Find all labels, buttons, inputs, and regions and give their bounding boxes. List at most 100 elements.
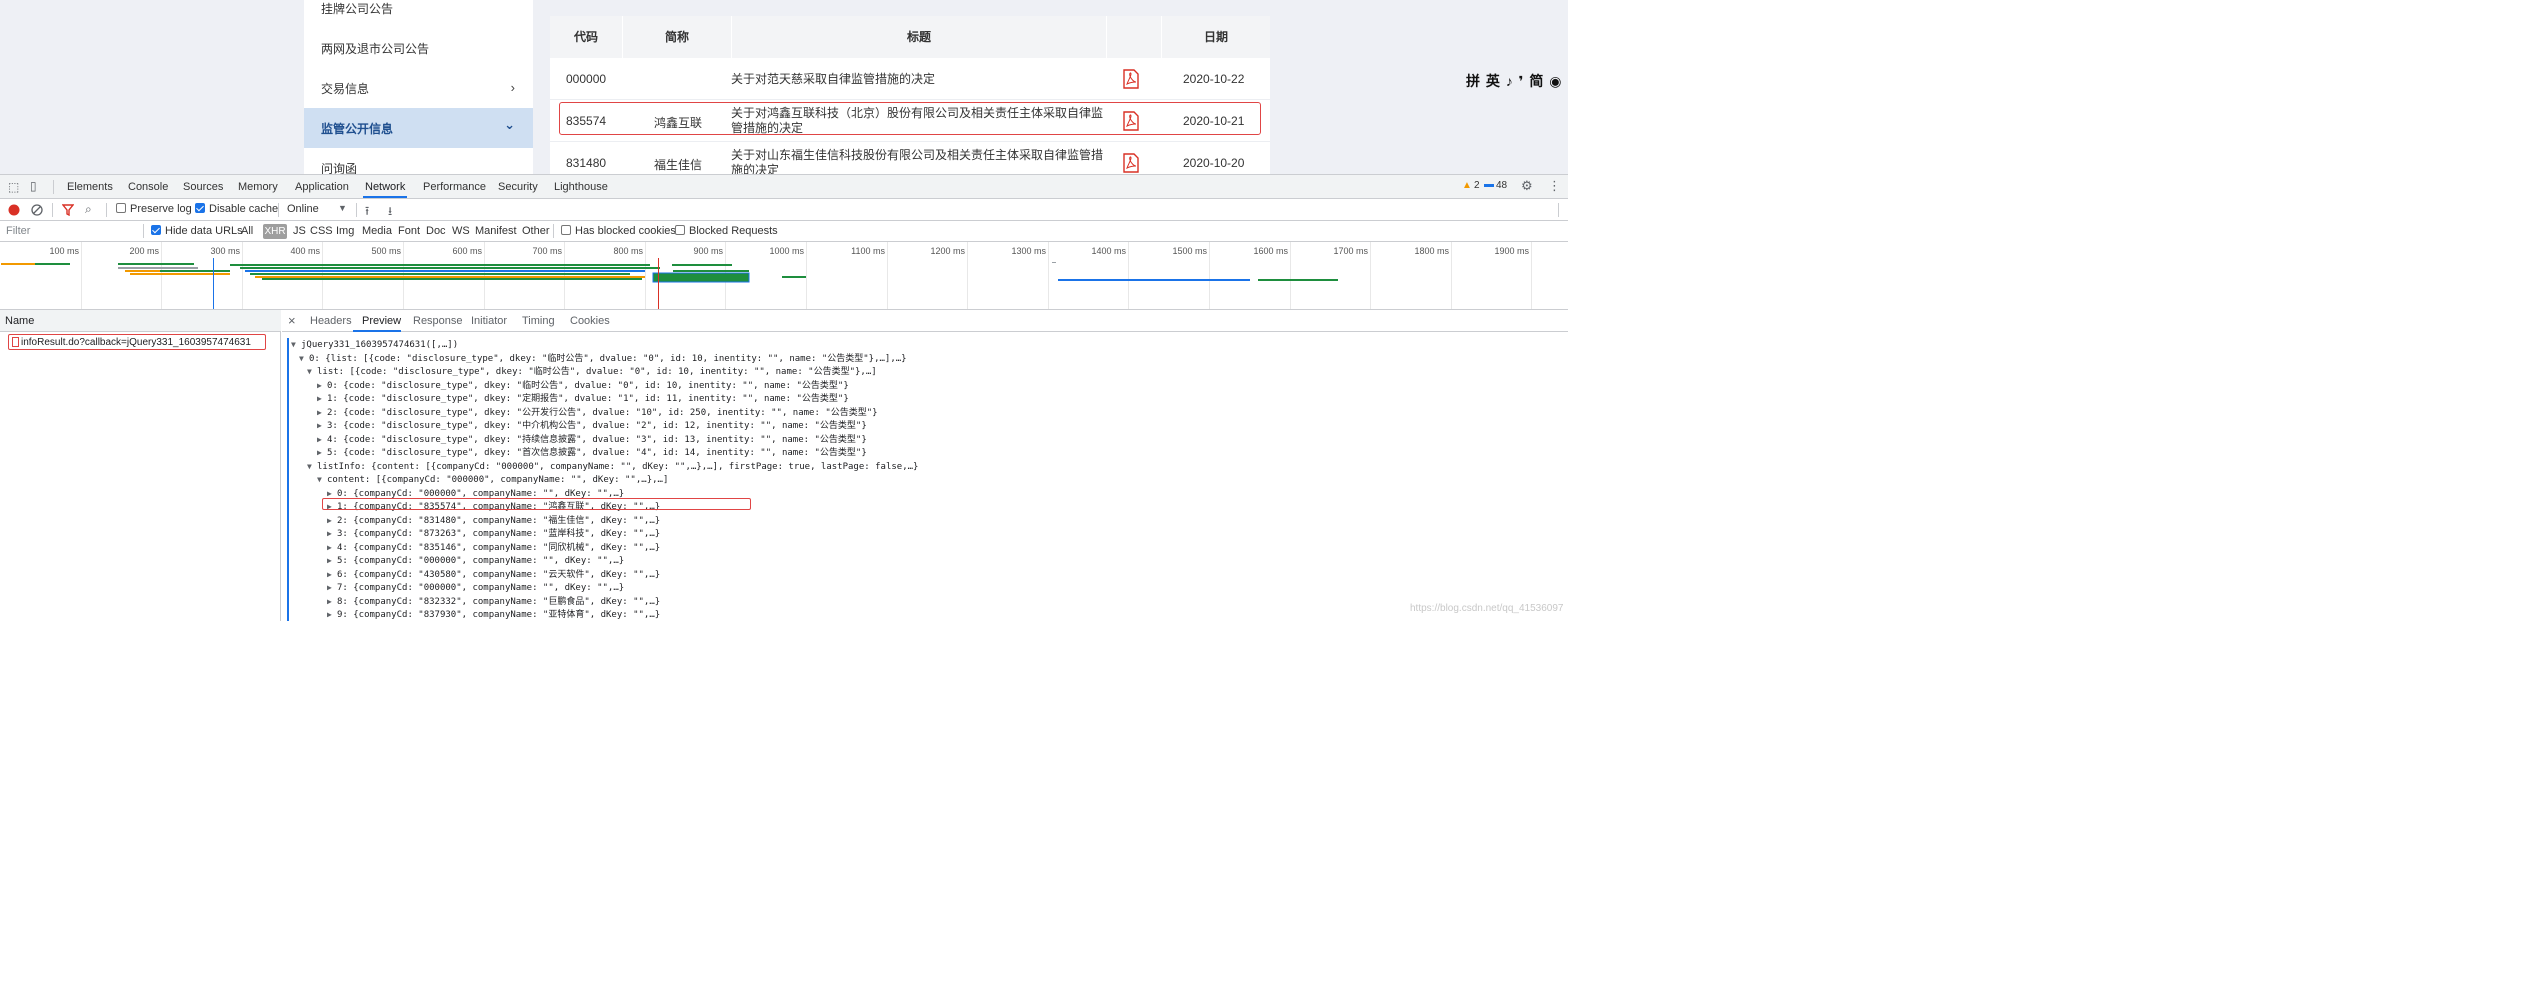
type-filter-other[interactable]: Other <box>522 225 550 237</box>
tab-response[interactable]: Response <box>413 315 463 327</box>
tab-memory[interactable]: Memory <box>238 181 278 193</box>
type-filter-media[interactable]: Media <box>362 225 392 237</box>
json-tree-node[interactable]: ▶ 9: {companyCd: "837930", companyName: "… <box>327 608 660 621</box>
tab-performance[interactable]: Performance <box>423 181 486 193</box>
chevron-down-icon[interactable]: ▼ <box>338 203 347 213</box>
json-tree-node[interactable]: ▶ 2: {companyCd: "831480", companyName: "… <box>327 514 660 527</box>
tab-headers[interactable]: Headers <box>310 315 352 327</box>
messages-count[interactable]: 48 <box>1496 180 1507 191</box>
cell-title-link[interactable]: 关于对范天慈采取自律监管措施的决定 <box>731 72 1103 87</box>
expanded-triangle-icon[interactable]: ▼ <box>307 365 317 378</box>
device-toolbar-icon[interactable]: ▯ <box>30 179 37 193</box>
json-tree-node[interactable]: ▶ 7: {companyCd: "000000", companyName: "… <box>327 581 624 594</box>
collapsed-triangle-icon[interactable]: ▶ <box>327 595 337 608</box>
collapsed-triangle-icon[interactable]: ▶ <box>327 568 337 581</box>
type-filter-img[interactable]: Img <box>336 225 354 237</box>
checkbox-box[interactable] <box>116 203 126 213</box>
checkbox-box[interactable] <box>561 225 571 235</box>
collapsed-triangle-icon[interactable]: ▶ <box>327 514 337 527</box>
type-filter-css[interactable]: CSS <box>310 225 333 237</box>
json-tree-node[interactable]: ▼ content: [{companyCd: "000000", company… <box>317 473 668 486</box>
browser-extension-icons[interactable]: 拼 英 ♪ ❜ 简 ◉ <box>1466 71 1563 91</box>
type-filter-js[interactable]: JS <box>293 225 306 237</box>
json-tree-node[interactable]: ▶ 1: {code: "disclosure_type", dkey: "定期报… <box>317 392 849 405</box>
hide-data-urls-checkbox[interactable]: Hide data URLs <box>151 225 243 237</box>
filter-input[interactable]: Filter <box>6 225 30 237</box>
tab-cookies[interactable]: Cookies <box>570 315 610 327</box>
name-column-header[interactable]: Name <box>5 315 34 327</box>
close-icon[interactable]: × <box>288 313 296 328</box>
type-filter-ws[interactable]: WS <box>452 225 470 237</box>
sidebar-item-inquiry-letters[interactable]: 问询函 <box>304 148 533 175</box>
json-tree-node[interactable]: ▶ 4: {code: "disclosure_type", dkey: "持续信… <box>317 433 867 446</box>
collapsed-triangle-icon[interactable]: ▶ <box>317 379 327 392</box>
filter-icon[interactable] <box>62 204 74 216</box>
json-tree-node[interactable]: ▶ 3: {companyCd: "873263", companyName: "… <box>327 527 660 540</box>
expanded-triangle-icon[interactable]: ▼ <box>299 352 309 365</box>
json-tree-node[interactable]: ▶ 2: {code: "disclosure_type", dkey: "公开发… <box>317 406 878 419</box>
cell-title-link[interactable]: 关于对山东福生佳信科技股份有限公司及相关责任主体采取自律监管措施的决定 <box>731 148 1103 174</box>
json-tree-node[interactable]: ▶ 4: {companyCd: "835146", companyName: "… <box>327 541 660 554</box>
inspect-element-icon[interactable]: ⬚ <box>8 180 19 194</box>
tab-timing[interactable]: Timing <box>522 315 555 327</box>
clear-icon[interactable] <box>31 204 43 216</box>
request-row[interactable]: infoResult.do?callback=jQuery331_1603957… <box>8 334 266 350</box>
import-har-icon[interactable]: ⭱ <box>365 202 369 223</box>
checkbox-box[interactable] <box>151 225 161 235</box>
tab-sources[interactable]: Sources <box>183 181 223 193</box>
collapsed-triangle-icon[interactable]: ▶ <box>327 608 337 621</box>
warning-icon[interactable]: ▲ <box>1462 180 1472 191</box>
json-tree-node[interactable]: ▶ 3: {code: "disclosure_type", dkey: "中介机… <box>317 419 867 432</box>
messages-icon[interactable]: ▬ <box>1484 179 1494 190</box>
tab-elements[interactable]: Elements <box>67 181 113 193</box>
gear-icon[interactable]: ⚙ <box>1521 178 1533 194</box>
json-tree-node[interactable]: ▶ 6: {companyCd: "430580", companyName: "… <box>327 568 660 581</box>
collapsed-triangle-icon[interactable]: ▶ <box>317 446 327 459</box>
tab-initiator[interactable]: Initiator <box>471 315 507 327</box>
json-tree-node[interactable]: ▶ 5: {code: "disclosure_type", dkey: "首次信… <box>317 446 867 459</box>
sidebar-item-delisted-announcements[interactable]: 两网及退市公司公告 <box>304 28 533 68</box>
network-timeline-overview[interactable]: 100 ms 200 ms 300 ms 400 ms 500 ms 600 ms 700 … <box>0 242 1568 310</box>
collapsed-triangle-icon[interactable]: ▶ <box>327 554 337 567</box>
checkbox-box[interactable] <box>675 225 685 235</box>
json-tree-node[interactable]: ▼ listInfo: {content: [{companyCd: "00000… <box>307 460 918 473</box>
table-row[interactable]: 831480 福生佳信 关于对山东福生佳信科技股份有限公司及相关责任主体采取自律… <box>550 142 1270 174</box>
tab-security[interactable]: Security <box>498 181 538 193</box>
collapsed-triangle-icon[interactable]: ▶ <box>317 406 327 419</box>
expanded-triangle-icon[interactable]: ▼ <box>291 338 301 351</box>
json-tree-node[interactable]: ▼ jQuery331_1603957474631([,…]) <box>291 338 458 351</box>
collapsed-triangle-icon[interactable]: ▶ <box>317 419 327 432</box>
json-preview-tree[interactable]: ▼ jQuery331_1603957474631([,…]) ▼ 0: {list:… <box>287 338 1568 621</box>
collapsed-triangle-icon[interactable]: ▶ <box>317 433 327 446</box>
record-icon[interactable] <box>8 204 20 216</box>
collapsed-triangle-icon[interactable]: ▶ <box>317 392 327 405</box>
export-har-icon[interactable]: ⭳ <box>388 202 392 223</box>
type-filter-all[interactable]: All <box>241 225 253 237</box>
tab-preview[interactable]: Preview <box>362 315 401 327</box>
more-options-icon[interactable]: ⋮ <box>1548 178 1561 194</box>
blocked-requests-checkbox[interactable]: Blocked Requests <box>675 225 778 237</box>
json-tree-node[interactable]: ▶ 8: {companyCd: "832332", companyName: "… <box>327 595 660 608</box>
disable-cache-checkbox[interactable]: Disable cache <box>195 203 278 215</box>
type-filter-manifest[interactable]: Manifest <box>475 225 517 237</box>
expanded-triangle-icon[interactable]: ▼ <box>307 460 317 473</box>
search-icon[interactable]: ⌕ <box>85 202 92 217</box>
type-filter-xhr[interactable]: XHR <box>263 224 287 239</box>
pdf-icon[interactable] <box>1123 153 1139 173</box>
json-tree-node[interactable]: ▼ list: [{code: "disclosure_type", dkey: … <box>307 365 877 378</box>
tab-console[interactable]: Console <box>128 181 168 193</box>
collapsed-triangle-icon[interactable]: ▶ <box>327 581 337 594</box>
type-filter-font[interactable]: Font <box>398 225 420 237</box>
json-tree-node[interactable]: ▶ 5: {companyCd: "000000", companyName: "… <box>327 554 624 567</box>
warnings-count[interactable]: 2 <box>1474 180 1480 191</box>
sidebar-item-listed-company-announcements[interactable]: 挂牌公司公告 <box>304 0 533 28</box>
has-blocked-cookies-checkbox[interactable]: Has blocked cookies <box>561 225 676 237</box>
preserve-log-checkbox[interactable]: Preserve log <box>116 203 192 215</box>
collapsed-triangle-icon[interactable]: ▶ <box>327 541 337 554</box>
type-filter-doc[interactable]: Doc <box>426 225 446 237</box>
collapsed-triangle-icon[interactable]: ▶ <box>327 527 337 540</box>
sidebar-item-regulatory-info[interactable]: 监管公开信息 ⌄ <box>304 108 533 148</box>
throttling-select[interactable]: Online <box>287 203 319 215</box>
checkbox-box[interactable] <box>195 203 205 213</box>
tab-lighthouse[interactable]: Lighthouse <box>554 181 608 193</box>
